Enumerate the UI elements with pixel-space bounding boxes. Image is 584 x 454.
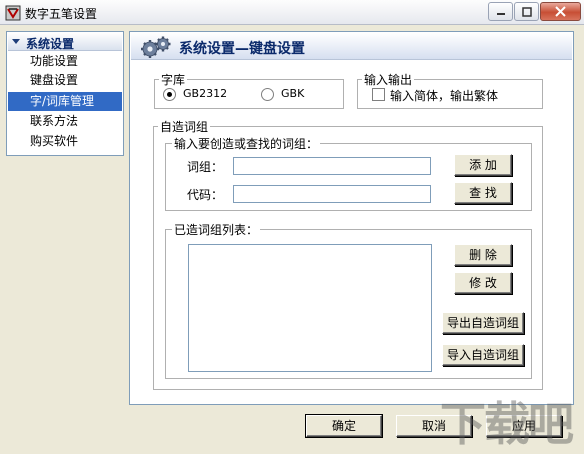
main-panel: 系统设置—键盘设置 字库 GB2312 GBK 输入输出 输入简体，输出繁体 自… bbox=[129, 31, 574, 405]
sidebar-item-keyboard-settings[interactable]: 键盘设置 bbox=[8, 71, 122, 90]
sidebar-item-dictionary-management[interactable]: 字/词库管理 bbox=[8, 92, 122, 111]
sidebar: 系统设置 功能设置 键盘设置 字/词库管理 联系方法 购买软件 bbox=[6, 31, 124, 156]
edit-button[interactable]: 修 改 bbox=[454, 272, 512, 294]
custom-words-group: 自造词组 输入要创造或查找的词组： 词组： 代码： 添 加 查 找 已造词组列表… bbox=[153, 118, 543, 390]
window-title: 数字五笔设置 bbox=[25, 7, 98, 21]
import-words-button[interactable]: 导入自造词组 bbox=[442, 344, 524, 366]
radio-gbk[interactable] bbox=[261, 88, 274, 101]
simplified-to-traditional-checkbox[interactable] bbox=[372, 88, 385, 101]
panel-header: 系统设置—键盘设置 bbox=[131, 33, 572, 60]
code-label: 代码： bbox=[187, 188, 224, 202]
word-list-legend: 已造词组列表： bbox=[172, 221, 261, 238]
find-button[interactable]: 查 找 bbox=[454, 182, 512, 204]
maximize-button[interactable] bbox=[514, 2, 539, 21]
word-input[interactable] bbox=[233, 157, 431, 175]
minimize-button[interactable] bbox=[488, 2, 513, 21]
close-icon bbox=[555, 6, 566, 17]
code-input[interactable] bbox=[233, 185, 431, 203]
radio-gb2312-label: GB2312 bbox=[183, 87, 228, 100]
app-icon bbox=[5, 5, 21, 21]
word-input-group: 输入要创造或查找的词组： 词组： 代码： 添 加 查 找 bbox=[165, 135, 532, 211]
gears-icon bbox=[141, 36, 171, 58]
maximize-icon bbox=[521, 6, 532, 17]
custom-words-legend: 自造词组 bbox=[158, 118, 211, 135]
add-button[interactable]: 添 加 bbox=[454, 154, 512, 176]
sidebar-header[interactable]: 系统设置 bbox=[8, 33, 122, 51]
io-group: 输入输出 输入简体，输出繁体 bbox=[357, 71, 543, 109]
minimize-icon bbox=[496, 12, 505, 15]
delete-button[interactable]: 删 除 bbox=[454, 244, 512, 266]
simplified-to-traditional-label: 输入简体，输出繁体 bbox=[390, 89, 499, 103]
panel-title: 系统设置—键盘设置 bbox=[179, 41, 305, 57]
watermark-logo: 下载吧 bbox=[440, 397, 574, 451]
sidebar-header-label: 系统设置 bbox=[26, 37, 75, 51]
sidebar-item-contact[interactable]: 联系方法 bbox=[8, 112, 122, 131]
word-list[interactable] bbox=[188, 244, 432, 372]
io-legend: 输入输出 bbox=[362, 71, 415, 88]
collapse-arrow-icon bbox=[12, 39, 20, 44]
close-button[interactable] bbox=[540, 2, 581, 21]
word-label: 词组： bbox=[187, 160, 224, 174]
radio-gb2312[interactable] bbox=[163, 88, 176, 101]
word-list-group: 已造词组列表： 删 除 修 改 导出自造词组 导入自造词组 bbox=[165, 221, 532, 379]
charset-legend: 字库 bbox=[159, 71, 188, 88]
title-bar[interactable]: 数字五笔设置 bbox=[0, 0, 584, 25]
export-words-button[interactable]: 导出自造词组 bbox=[442, 312, 524, 334]
ok-button[interactable]: 确定 bbox=[305, 414, 383, 438]
sidebar-item-purchase[interactable]: 购买软件 bbox=[8, 132, 122, 151]
word-input-legend: 输入要创造或查找的词组： bbox=[172, 135, 321, 152]
radio-gbk-label: GBK bbox=[281, 87, 305, 100]
sidebar-item-function-settings[interactable]: 功能设置 bbox=[8, 52, 122, 71]
charset-group: 字库 GB2312 GBK bbox=[154, 71, 344, 109]
